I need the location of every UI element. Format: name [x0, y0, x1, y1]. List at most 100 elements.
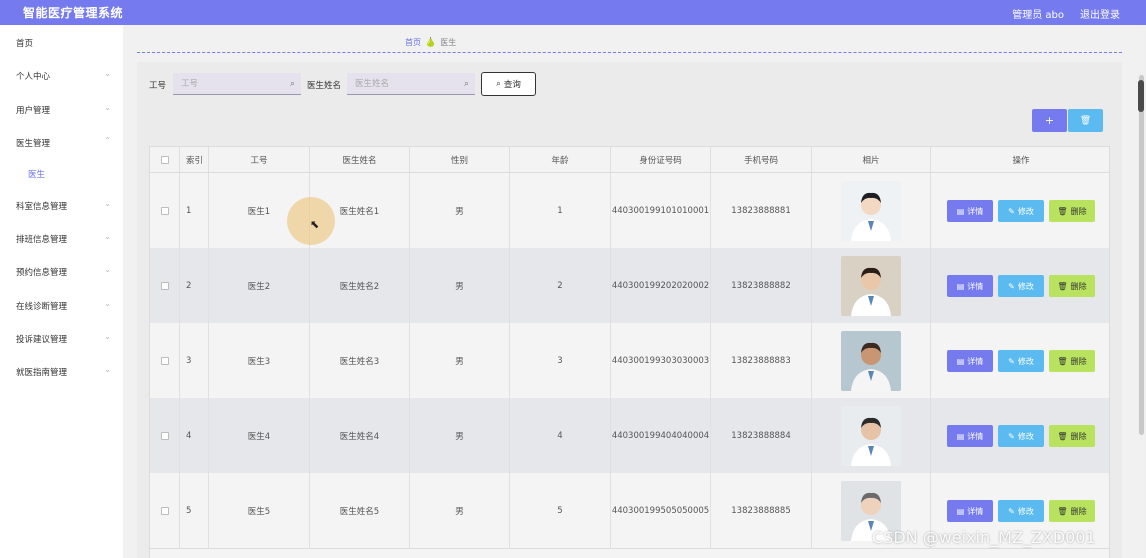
sidebar-item-guide[interactable]: 就医指南管理 ⌄	[0, 362, 123, 382]
actions-cell: ▤ 详情 ✎ 修改 🗑 删除	[931, 248, 1109, 324]
delete-button[interactable]: 🗑 删除	[1049, 350, 1095, 372]
sidebar-item-appointment[interactable]: 预约信息管理 ⌄	[0, 262, 123, 282]
edit-button[interactable]: ✎ 修改	[998, 425, 1044, 447]
delete-button-label: 删除	[1070, 206, 1087, 216]
pear-separator-icon: 🍐	[425, 37, 437, 48]
document-icon: ▤	[956, 206, 965, 216]
trash-icon: 🗑	[1057, 431, 1068, 441]
chevron-up-icon: ⌃	[104, 136, 111, 145]
plus-icon: +	[1044, 114, 1055, 127]
phone-cell: 13823888882	[711, 248, 812, 324]
row-select-cell	[150, 323, 180, 399]
sidebar-item-personal-center[interactable]: 个人中心 ⌄	[0, 66, 123, 86]
edit-button-label: 修改	[1017, 281, 1034, 291]
trash-icon: 🗑	[1057, 356, 1068, 366]
doctor-photo[interactable]	[841, 181, 901, 241]
search-icon: ⌕	[496, 79, 501, 89]
doctor-photo[interactable]	[841, 256, 901, 316]
document-icon: ▤	[956, 281, 965, 291]
search-icon: ⌕	[463, 79, 469, 89]
table-row: 2 医生2 医生姓名2 男 2 440300199202020002 13823888882…	[150, 248, 1109, 324]
photo-cell	[812, 173, 931, 249]
index-cell: 3	[180, 323, 209, 399]
detail-button[interactable]: ▤ 详情	[947, 350, 993, 372]
header-job-number: 工号	[209, 147, 310, 173]
row-select-cell	[150, 473, 180, 549]
sidebar-item-doctor-management[interactable]: 医生管理 ⌃	[0, 133, 123, 153]
edit-button-label: 修改	[1017, 206, 1034, 216]
row-checkbox[interactable]	[160, 207, 169, 215]
row-checkbox[interactable]	[160, 282, 169, 290]
row-actions: ▤ 详情 ✎ 修改 🗑 删除	[947, 425, 1095, 447]
logout-link[interactable]: 退出登录	[1080, 6, 1120, 21]
trash-icon: 🗑	[1057, 206, 1068, 216]
header-select-all[interactable]	[150, 147, 180, 173]
sidebar-item-doctor[interactable]: 医生	[0, 164, 123, 184]
row-checkbox[interactable]	[160, 432, 169, 440]
breadcrumb-home[interactable]: 首页	[405, 37, 421, 48]
doctor-photo[interactable]	[841, 406, 901, 466]
edit-button[interactable]: ✎ 修改	[998, 200, 1044, 222]
scroll-thumb[interactable]	[1139, 75, 1144, 435]
delete-button[interactable]: 🗑 删除	[1049, 425, 1095, 447]
batch-delete-button[interactable]: 🗑	[1068, 109, 1103, 132]
main-content: 首页 🍐 医生 工号 工号 ⌕ 医生姓名 医生姓名 ⌕ ⌕ 查询 + 🗑 索引 …	[123, 25, 1136, 558]
delete-button[interactable]: 🗑 删除	[1049, 200, 1095, 222]
detail-button[interactable]: ▤ 详情	[947, 425, 993, 447]
detail-button-label: 详情	[967, 206, 984, 216]
app-title: 智能医疗管理系统	[23, 6, 124, 20]
sidebar-item-diagnosis[interactable]: 在线诊断管理 ⌄	[0, 296, 123, 316]
row-actions: ▤ 详情 ✎ 修改 🗑 删除	[947, 500, 1095, 522]
sidebar-item-department[interactable]: 科室信息管理 ⌄	[0, 196, 123, 216]
row-select-cell	[150, 248, 180, 324]
sidebar-item-label: 医生	[28, 170, 46, 180]
trash-icon: 🗑	[1057, 506, 1068, 516]
job-number-cell: 医生4	[209, 398, 310, 474]
edit-button[interactable]: ✎ 修改	[998, 500, 1044, 522]
scrollbar[interactable]	[1137, 25, 1146, 558]
phone-cell: 13823888883	[711, 323, 812, 399]
delete-button[interactable]: 🗑 删除	[1049, 275, 1095, 297]
delete-button-label: 删除	[1070, 431, 1087, 441]
age-cell: 5	[510, 473, 611, 549]
sidebar-item-label: 科室信息管理	[16, 202, 68, 212]
breadcrumb-area: 首页 🍐 医生	[137, 25, 1122, 53]
detail-button[interactable]: ▤ 详情	[947, 500, 993, 522]
sidebar-item-complaint[interactable]: 投诉建议管理 ⌄	[0, 329, 123, 349]
sidebar-item-schedule[interactable]: 排班信息管理 ⌄	[0, 229, 123, 249]
actions-cell: ▤ 详情 ✎ 修改 🗑 删除	[931, 323, 1109, 399]
chevron-down-icon: ⌄	[104, 332, 111, 341]
phone-cell: 13823888885	[711, 473, 812, 549]
chevron-down-icon: ⌄	[104, 299, 111, 308]
pencil-icon: ✎	[1008, 431, 1015, 441]
chevron-down-icon: ⌄	[104, 232, 111, 241]
detail-button-label: 详情	[967, 356, 984, 366]
edit-button[interactable]: ✎ 修改	[998, 350, 1044, 372]
detail-button[interactable]: ▤ 详情	[947, 275, 993, 297]
doctor-name-cell: 医生姓名3	[310, 323, 410, 399]
row-checkbox[interactable]	[160, 357, 169, 365]
select-all-checkbox[interactable]	[160, 155, 169, 164]
phone-cell: 13823888881	[711, 173, 812, 249]
query-button[interactable]: ⌕ 查询	[481, 72, 536, 96]
sidebar-item-label: 用户管理	[16, 106, 51, 116]
id-card-cell: 440300199404040004	[611, 398, 711, 474]
delete-button[interactable]: 🗑 删除	[1049, 500, 1095, 522]
index-cell: 5	[180, 473, 209, 549]
row-checkbox[interactable]	[160, 507, 169, 515]
detail-button[interactable]: ▤ 详情	[947, 200, 993, 222]
sidebar-item-home[interactable]: 首页	[0, 33, 123, 53]
job-number-input[interactable]: 工号 ⌕	[173, 73, 301, 95]
edit-button-label: 修改	[1017, 356, 1034, 366]
header-index: 索引	[180, 147, 209, 173]
current-user: 管理员 abo	[1012, 10, 1064, 21]
document-icon: ▤	[956, 431, 965, 441]
doctor-name-input[interactable]: 医生姓名 ⌕	[347, 73, 475, 95]
document-icon: ▤	[956, 506, 965, 516]
gender-cell: 男	[410, 248, 510, 324]
sidebar-item-user-management[interactable]: 用户管理 ⌄	[0, 100, 123, 120]
add-button[interactable]: +	[1032, 109, 1067, 132]
search-icon: ⌕	[289, 79, 295, 89]
edit-button[interactable]: ✎ 修改	[998, 275, 1044, 297]
doctor-photo[interactable]	[841, 331, 901, 391]
